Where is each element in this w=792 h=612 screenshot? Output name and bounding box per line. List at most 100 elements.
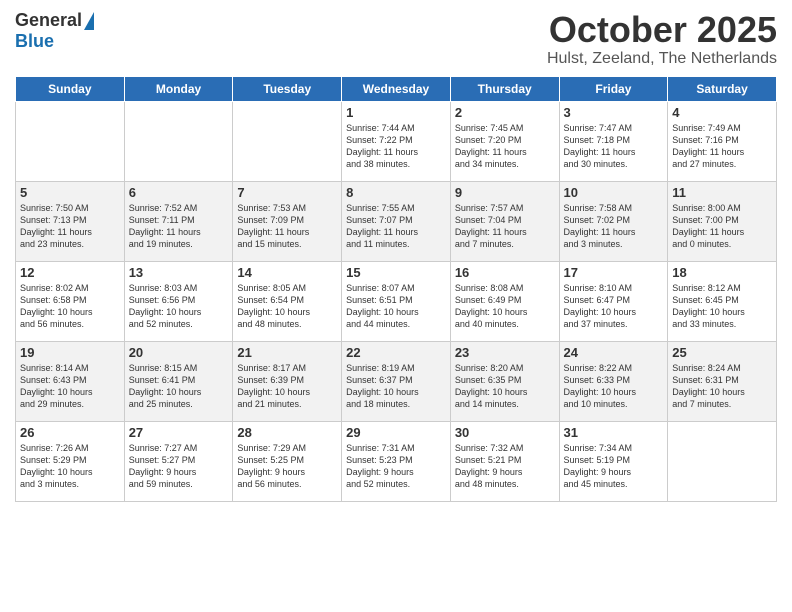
calendar-cell: 18Sunrise: 8:12 AM Sunset: 6:45 PM Dayli…	[668, 261, 777, 341]
calendar-cell: 27 Sunrise: 7:27 AM Sunset: 5:27 PM Dayli…	[124, 421, 233, 501]
calendar-table: Sunday Monday Tuesday Wednesday Thursday…	[15, 76, 777, 502]
day-info: Sunrise: 8:03 AM Sunset: 6:56 PM Dayligh…	[129, 282, 229, 331]
day-info: Sunrise: 7:57 AM Sunset: 7:04 PM Dayligh…	[455, 202, 555, 251]
week-row-2: 5 Sunrise: 7:50 AM Sunset: 7:13 PM Daylig…	[16, 181, 777, 261]
logo-general-text: General	[15, 10, 82, 31]
calendar-cell: 9 Sunrise: 7:57 AM Sunset: 7:04 PM Daylig…	[450, 181, 559, 261]
day-number: 5	[20, 185, 120, 200]
col-thursday: Thursday	[450, 76, 559, 101]
day-number: 10	[564, 185, 664, 200]
day-number: 30	[455, 425, 555, 440]
week-row-4: 19Sunrise: 8:14 AM Sunset: 6:43 PM Dayli…	[16, 341, 777, 421]
day-info: Sunrise: 8:00 AM Sunset: 7:00 PM Dayligh…	[672, 202, 772, 251]
day-number: 20	[129, 345, 229, 360]
day-info: Sunrise: 7:34 AM Sunset: 5:19 PM Dayligh…	[564, 442, 664, 491]
day-info: Sunrise: 8:19 AM Sunset: 6:37 PM Dayligh…	[346, 362, 446, 411]
page-container: General Blue October 2025 Hulst, Zeeland…	[0, 0, 792, 507]
calendar-cell: 25 Sunrise: 8:24 AM Sunset: 6:31 PM Dayli…	[668, 341, 777, 421]
day-info: Sunrise: 8:07 AM Sunset: 6:51 PM Dayligh…	[346, 282, 446, 331]
day-info: Sunrise: 7:50 AM Sunset: 7:13 PM Dayligh…	[20, 202, 120, 251]
col-sunday: Sunday	[16, 76, 125, 101]
day-info: Sunrise: 7:45 AM Sunset: 7:20 PM Dayligh…	[455, 122, 555, 171]
day-number: 11	[672, 185, 772, 200]
col-friday: Friday	[559, 76, 668, 101]
calendar-cell: 3 Sunrise: 7:47 AM Sunset: 7:18 PM Daylig…	[559, 101, 668, 181]
day-info: Sunrise: 7:49 AM Sunset: 7:16 PM Dayligh…	[672, 122, 772, 171]
logo: General Blue	[15, 10, 94, 52]
day-number: 7	[237, 185, 337, 200]
calendar-cell: 5 Sunrise: 7:50 AM Sunset: 7:13 PM Daylig…	[16, 181, 125, 261]
day-info: Sunrise: 7:47 AM Sunset: 7:18 PM Dayligh…	[564, 122, 664, 171]
calendar-cell: 29Sunrise: 7:31 AM Sunset: 5:23 PM Dayli…	[342, 421, 451, 501]
day-number: 16	[455, 265, 555, 280]
day-number: 28	[237, 425, 337, 440]
day-number: 1	[346, 105, 446, 120]
day-number: 6	[129, 185, 229, 200]
calendar-cell: 8Sunrise: 7:55 AM Sunset: 7:07 PM Daylig…	[342, 181, 451, 261]
calendar-cell: 19Sunrise: 8:14 AM Sunset: 6:43 PM Dayli…	[16, 341, 125, 421]
calendar-cell: 1 Sunrise: 7:44 AM Sunset: 7:22 PM Daylig…	[342, 101, 451, 181]
day-info: Sunrise: 8:17 AM Sunset: 6:39 PM Dayligh…	[237, 362, 337, 411]
location-subtitle: Hulst, Zeeland, The Netherlands	[547, 50, 777, 68]
day-info: Sunrise: 8:05 AM Sunset: 6:54 PM Dayligh…	[237, 282, 337, 331]
calendar-cell: 24Sunrise: 8:22 AM Sunset: 6:33 PM Dayli…	[559, 341, 668, 421]
day-number: 2	[455, 105, 555, 120]
calendar-cell: 4 Sunrise: 7:49 AM Sunset: 7:16 PM Daylig…	[668, 101, 777, 181]
calendar-cell: 2 Sunrise: 7:45 AM Sunset: 7:20 PM Daylig…	[450, 101, 559, 181]
calendar-cell: 31 Sunrise: 7:34 AM Sunset: 5:19 PM Dayli…	[559, 421, 668, 501]
day-info: Sunrise: 8:02 AM Sunset: 6:58 PM Dayligh…	[20, 282, 120, 331]
title-section: October 2025 Hulst, Zeeland, The Netherl…	[547, 10, 777, 68]
calendar-cell: 12 Sunrise: 8:02 AM Sunset: 6:58 PM Dayli…	[16, 261, 125, 341]
day-info: Sunrise: 8:24 AM Sunset: 6:31 PM Dayligh…	[672, 362, 772, 411]
day-number: 8	[346, 185, 446, 200]
calendar-cell: 17 Sunrise: 8:10 AM Sunset: 6:47 PM Dayli…	[559, 261, 668, 341]
day-info: Sunrise: 8:20 AM Sunset: 6:35 PM Dayligh…	[455, 362, 555, 411]
calendar-cell	[668, 421, 777, 501]
calendar-cell: 11 Sunrise: 8:00 AM Sunset: 7:00 PM Dayli…	[668, 181, 777, 261]
day-info: Sunrise: 7:26 AM Sunset: 5:29 PM Dayligh…	[20, 442, 120, 491]
day-number: 21	[237, 345, 337, 360]
day-number: 3	[564, 105, 664, 120]
calendar-cell: 23Sunrise: 8:20 AM Sunset: 6:35 PM Dayli…	[450, 341, 559, 421]
calendar-cell: 26Sunrise: 7:26 AM Sunset: 5:29 PM Dayli…	[16, 421, 125, 501]
day-info: Sunrise: 8:10 AM Sunset: 6:47 PM Dayligh…	[564, 282, 664, 331]
day-number: 29	[346, 425, 446, 440]
day-info: Sunrise: 8:15 AM Sunset: 6:41 PM Dayligh…	[129, 362, 229, 411]
calendar-cell	[16, 101, 125, 181]
calendar-cell: 20 Sunrise: 8:15 AM Sunset: 6:41 PM Dayli…	[124, 341, 233, 421]
day-number: 31	[564, 425, 664, 440]
calendar-cell: 22 Sunrise: 8:19 AM Sunset: 6:37 PM Dayli…	[342, 341, 451, 421]
calendar-cell: 30Sunrise: 7:32 AM Sunset: 5:21 PM Dayli…	[450, 421, 559, 501]
day-number: 27	[129, 425, 229, 440]
col-saturday: Saturday	[668, 76, 777, 101]
calendar-cell: 7 Sunrise: 7:53 AM Sunset: 7:09 PM Daylig…	[233, 181, 342, 261]
logo-triangle-icon	[84, 12, 94, 30]
day-info: Sunrise: 7:44 AM Sunset: 7:22 PM Dayligh…	[346, 122, 446, 171]
day-number: 22	[346, 345, 446, 360]
col-tuesday: Tuesday	[233, 76, 342, 101]
day-number: 13	[129, 265, 229, 280]
day-info: Sunrise: 7:53 AM Sunset: 7:09 PM Dayligh…	[237, 202, 337, 251]
day-info: Sunrise: 8:14 AM Sunset: 6:43 PM Dayligh…	[20, 362, 120, 411]
col-monday: Monday	[124, 76, 233, 101]
day-number: 9	[455, 185, 555, 200]
calendar-cell	[233, 101, 342, 181]
day-number: 4	[672, 105, 772, 120]
calendar-cell: 15Sunrise: 8:07 AM Sunset: 6:51 PM Dayli…	[342, 261, 451, 341]
col-wednesday: Wednesday	[342, 76, 451, 101]
day-info: Sunrise: 7:27 AM Sunset: 5:27 PM Dayligh…	[129, 442, 229, 491]
header: General Blue October 2025 Hulst, Zeeland…	[15, 10, 777, 68]
calendar-cell: 6 Sunrise: 7:52 AM Sunset: 7:11 PM Daylig…	[124, 181, 233, 261]
day-number: 12	[20, 265, 120, 280]
calendar-cell: 21 Sunrise: 8:17 AM Sunset: 6:39 PM Dayli…	[233, 341, 342, 421]
calendar-cell: 16Sunrise: 8:08 AM Sunset: 6:49 PM Dayli…	[450, 261, 559, 341]
calendar-cell: 13 Sunrise: 8:03 AM Sunset: 6:56 PM Dayli…	[124, 261, 233, 341]
week-row-1: 1 Sunrise: 7:44 AM Sunset: 7:22 PM Daylig…	[16, 101, 777, 181]
logo-blue-text: Blue	[15, 31, 54, 52]
day-number: 25	[672, 345, 772, 360]
day-info: Sunrise: 7:52 AM Sunset: 7:11 PM Dayligh…	[129, 202, 229, 251]
day-number: 14	[237, 265, 337, 280]
day-number: 17	[564, 265, 664, 280]
day-number: 18	[672, 265, 772, 280]
day-info: Sunrise: 8:22 AM Sunset: 6:33 PM Dayligh…	[564, 362, 664, 411]
